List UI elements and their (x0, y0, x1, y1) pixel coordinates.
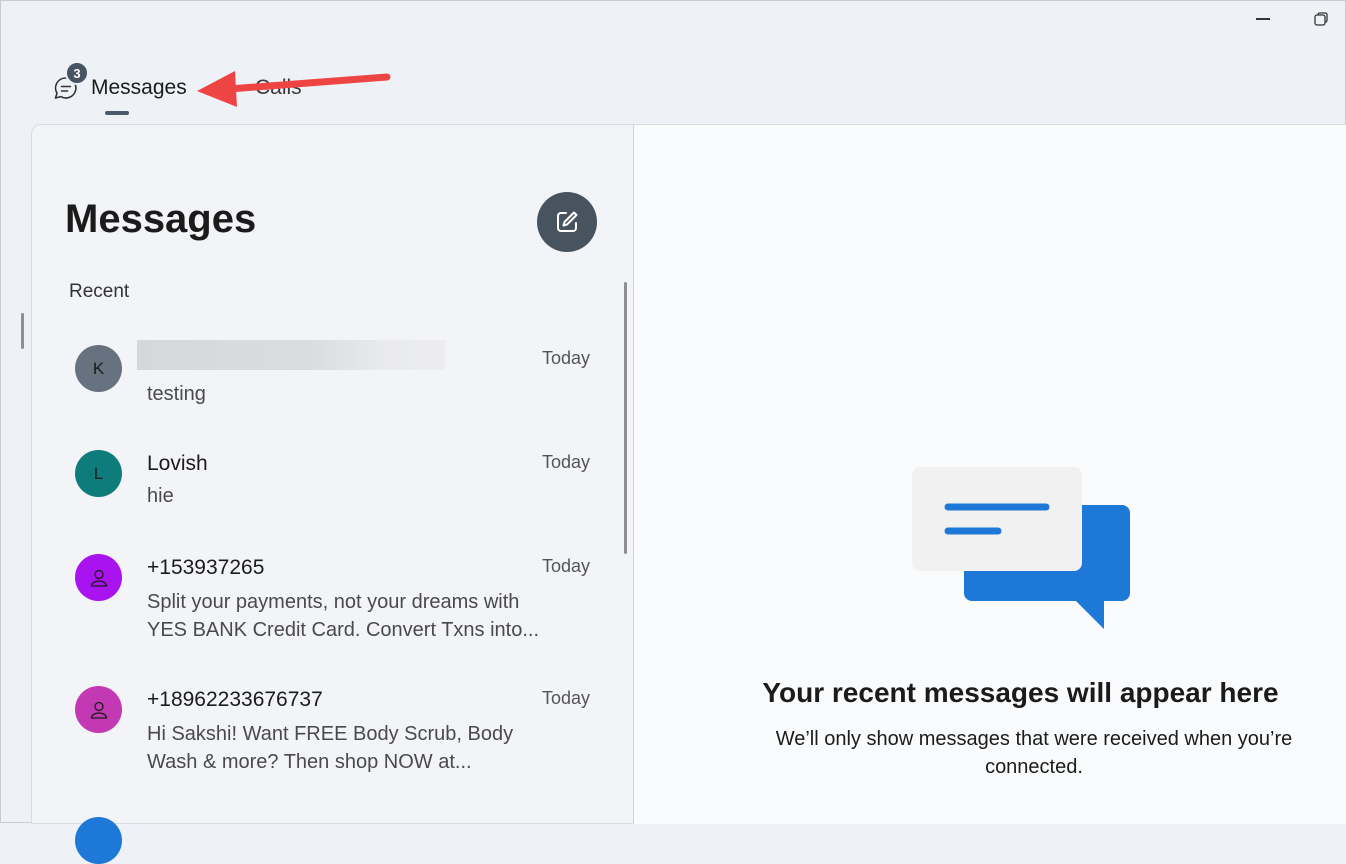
contact-name: +153937265 (147, 556, 265, 579)
phone-link-window: 3 Messages Calls Messages Recent K (0, 0, 1346, 864)
message-time: Today (541, 556, 590, 576)
scrollbar-thumb[interactable] (624, 282, 627, 554)
annotation-arrow (197, 71, 391, 107)
restore-button[interactable] (1307, 7, 1335, 31)
avatar (75, 686, 122, 733)
message-preview: hie (147, 485, 174, 507)
avatar (75, 817, 122, 864)
restore-icon (1314, 12, 1328, 26)
empty-state-subtitle: We’ll only show messages that were recei… (775, 728, 1293, 778)
message-time: Today (541, 452, 590, 472)
active-tab-indicator (105, 111, 129, 115)
compose-button[interactable] (537, 192, 597, 252)
recent-section-label: Recent (69, 281, 130, 302)
redacted-contact-name (137, 340, 445, 370)
chat-bubbles-illustration (912, 467, 1130, 629)
avatar-initial: K (92, 358, 105, 378)
conversation-item[interactable]: L Lovish hie Today (32, 450, 612, 540)
message-preview: testing (147, 383, 206, 405)
conversation-detail-pane: Your recent messages will appear here We… (634, 124, 1346, 824)
avatar-initial: L (93, 463, 104, 483)
contact-name: Lovish (147, 452, 208, 475)
message-preview: Hi Sakshi! Want FREE Body Scrub, Body Wa… (147, 723, 514, 773)
avatar: K (75, 345, 122, 392)
conversation-item[interactable]: +153937265 Split your payments, not your… (32, 554, 612, 664)
contact-name: +18962233676737 (147, 688, 323, 711)
minimize-icon (1256, 18, 1270, 20)
compose-icon (557, 211, 578, 232)
avatar: L (75, 450, 122, 497)
pane-resize-handle[interactable] (21, 313, 24, 349)
minimize-button[interactable] (1249, 7, 1277, 31)
page-title: Messages (65, 197, 257, 241)
tab-messages[interactable]: 3 Messages (51, 61, 187, 113)
conversation-item[interactable]: +18962233676737 Hi Sakshi! Want FREE Bod… (32, 686, 612, 796)
person-icon (90, 569, 107, 587)
empty-state-title: Your recent messages will appear here (762, 677, 1279, 708)
conversation-item[interactable]: K testing Today (32, 340, 612, 430)
tab-messages-label: Messages (91, 76, 187, 99)
messages-pane: Messages Recent K testing Today L Lovish… (31, 124, 634, 864)
person-icon (90, 701, 107, 719)
unread-badge: 3 (65, 61, 89, 85)
message-preview: Split your payments, not your dreams wit… (147, 591, 540, 641)
message-time: Today (541, 348, 590, 368)
message-time: Today (541, 688, 590, 708)
avatar (75, 554, 122, 601)
chat-bubble-icon: 3 (51, 61, 89, 103)
